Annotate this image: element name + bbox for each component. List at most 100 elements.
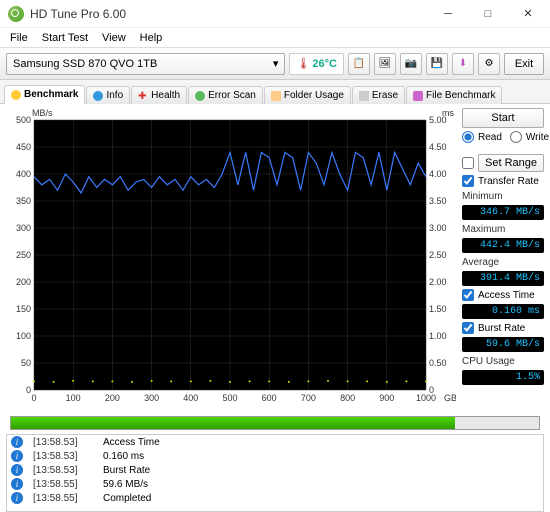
transferrate-check[interactable] xyxy=(462,175,474,187)
plot-area: MB/s ms 5005.004504.504004.003503.503003… xyxy=(6,108,456,408)
set-range-button[interactable]: Set Range xyxy=(478,154,544,172)
progress-bar xyxy=(10,416,540,430)
svg-text:1.00: 1.00 xyxy=(429,331,447,341)
svg-text:2.00: 2.00 xyxy=(429,277,447,287)
svg-text:4.00: 4.00 xyxy=(429,169,447,179)
svg-text:250: 250 xyxy=(16,250,31,260)
start-button[interactable]: Start xyxy=(462,108,544,128)
read-radio[interactable] xyxy=(462,131,474,143)
svg-text:200: 200 xyxy=(16,277,31,287)
options-button[interactable]: ⚙ xyxy=(478,53,500,75)
svg-text:400: 400 xyxy=(16,169,31,179)
write-radio[interactable] xyxy=(510,131,522,143)
svg-text:1000: 1000 xyxy=(416,393,436,403)
log-row: i[13:58.53]0.160 ms xyxy=(7,449,543,463)
progress-fill xyxy=(11,417,455,429)
folder-icon xyxy=(271,91,281,101)
save-button[interactable]: 💾 xyxy=(426,53,448,75)
svg-text:3.00: 3.00 xyxy=(429,223,447,233)
svg-text:800: 800 xyxy=(340,393,355,403)
info-icon: i xyxy=(11,492,23,504)
at-value: 0.160 ms xyxy=(462,304,544,319)
tab-info[interactable]: Info xyxy=(86,86,130,104)
log-time: [13:58.55] xyxy=(33,479,93,490)
setrange-check[interactable] xyxy=(462,157,474,169)
burstrate-check[interactable] xyxy=(462,322,474,334)
log-row: i[13:58.55]59.6 MB/s xyxy=(7,477,543,491)
svg-text:600: 600 xyxy=(262,393,277,403)
tab-error-scan[interactable]: Error Scan xyxy=(188,86,263,104)
max-value: 442.4 MB/s xyxy=(462,238,544,253)
log-time: [13:58.53] xyxy=(33,437,93,448)
file-bench-icon xyxy=(413,91,423,101)
temperature-display: 🌡 26°C xyxy=(289,53,344,75)
menu-file[interactable]: File xyxy=(4,30,34,46)
tab-benchmark[interactable]: Benchmark xyxy=(4,85,85,104)
chart-svg: 5005.004504.504004.003503.503003.002502.… xyxy=(6,108,456,408)
svg-text:900: 900 xyxy=(379,393,394,403)
info-icon: i xyxy=(11,450,23,462)
max-label: Maximum xyxy=(462,224,544,235)
svg-text:350: 350 xyxy=(16,196,31,206)
svg-text:3.50: 3.50 xyxy=(429,196,447,206)
window-title: HD Tune Pro 6.00 xyxy=(30,7,428,21)
health-icon: ✚ xyxy=(138,91,148,101)
maximize-button[interactable]: □ xyxy=(468,0,508,28)
svg-text:700: 700 xyxy=(301,393,316,403)
benchmark-icon xyxy=(11,90,21,100)
minimize-button[interactable]: ─ xyxy=(428,0,468,28)
svg-text:100: 100 xyxy=(16,331,31,341)
log-panel: i[13:58.53]Access Timei[13:58.53]0.160 m… xyxy=(6,434,544,512)
svg-text:450: 450 xyxy=(16,142,31,152)
info-icon: i xyxy=(11,436,23,448)
log-msg: Completed xyxy=(103,493,151,504)
side-panel: Start ReadWrite Set Range Transfer Rate … xyxy=(462,108,544,408)
cpu-label: CPU Usage xyxy=(462,356,544,367)
svg-text:0.50: 0.50 xyxy=(429,358,447,368)
tab-folder-usage[interactable]: Folder Usage xyxy=(264,86,351,104)
tabbar: Benchmark Info ✚Health Error Scan Folder… xyxy=(0,80,550,104)
log-msg: 0.160 ms xyxy=(103,451,144,462)
log-time: [13:58.55] xyxy=(33,493,93,504)
log-msg: Burst Rate xyxy=(103,465,150,476)
drive-select[interactable]: Samsung SSD 870 QVO 1TB ▾ xyxy=(6,53,285,75)
toolstrip: Samsung SSD 870 QVO 1TB ▾ 🌡 26°C 📋 🖼 📷 💾… xyxy=(0,48,550,80)
menu-view[interactable]: View xyxy=(96,30,132,46)
svg-text:GB: GB xyxy=(444,393,456,403)
copy-screenshot-button[interactable]: 🖼 xyxy=(374,53,396,75)
log-row: i [13:58.55] Completed xyxy=(7,491,543,505)
svg-text:0: 0 xyxy=(26,385,31,395)
drive-label: Samsung SSD 870 QVO 1TB xyxy=(13,58,157,70)
chart: 5005.004504.504004.003503.503003.002502.… xyxy=(6,108,456,408)
log-msg: Access Time xyxy=(103,437,160,448)
load-button[interactable]: ⬇ xyxy=(452,53,474,75)
titlebar: HD Tune Pro 6.00 ─ □ ✕ xyxy=(0,0,550,28)
svg-text:1.50: 1.50 xyxy=(429,304,447,314)
svg-text:400: 400 xyxy=(183,393,198,403)
tab-file-benchmark[interactable]: File Benchmark xyxy=(406,86,502,104)
info-icon xyxy=(93,91,103,101)
close-button[interactable]: ✕ xyxy=(508,0,548,28)
svg-text:2.50: 2.50 xyxy=(429,250,447,260)
scan-icon xyxy=(195,91,205,101)
accesstime-check[interactable] xyxy=(462,289,474,301)
menubar: File Start Test View Help xyxy=(0,28,550,48)
log-row: i [13:58.53] Access Time xyxy=(7,435,543,449)
exit-button[interactable]: Exit xyxy=(504,53,544,75)
app-icon xyxy=(8,6,24,22)
tab-erase[interactable]: Erase xyxy=(352,86,405,104)
log-msg: 59.6 MB/s xyxy=(103,479,148,490)
log-time: [13:58.53] xyxy=(33,465,93,476)
min-value: 346.7 MB/s xyxy=(462,205,544,220)
menu-help[interactable]: Help xyxy=(134,30,169,46)
thermometer-icon: 🌡 xyxy=(296,57,310,70)
avg-value: 391.4 MB/s xyxy=(462,271,544,286)
menu-start-test[interactable]: Start Test xyxy=(36,30,94,46)
svg-text:150: 150 xyxy=(16,304,31,314)
tab-health[interactable]: ✚Health xyxy=(131,86,187,104)
copy-text-button[interactable]: 📋 xyxy=(348,53,370,75)
min-label: Minimum xyxy=(462,191,544,202)
info-icon: i xyxy=(11,464,23,476)
camera-button[interactable]: 📷 xyxy=(400,53,422,75)
svg-text:100: 100 xyxy=(66,393,81,403)
